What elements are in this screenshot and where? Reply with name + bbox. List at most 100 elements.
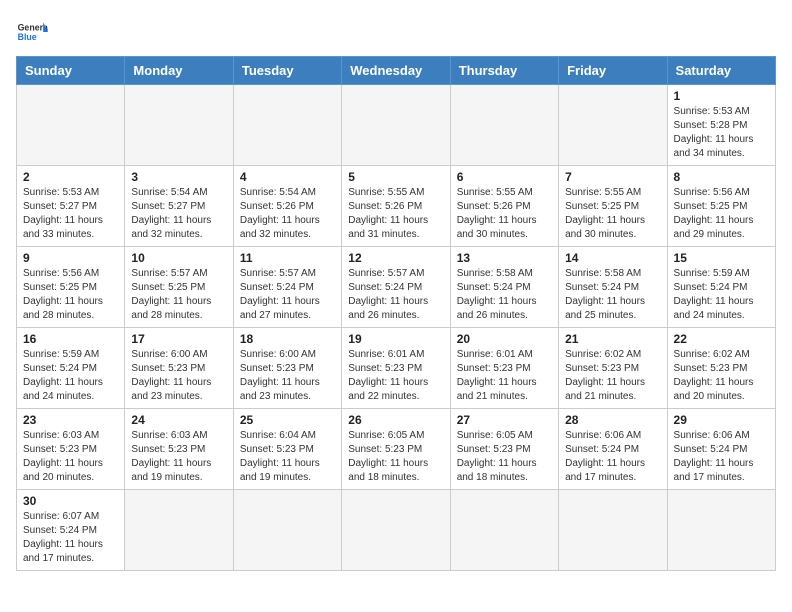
day-number: 14: [565, 251, 660, 265]
day-info: Sunrise: 6:00 AMSunset: 5:23 PMDaylight:…: [240, 348, 335, 404]
day-info: Sunrise: 6:02 AMSunset: 5:23 PMDaylight:…: [565, 348, 660, 404]
calendar-day-cell: 3Sunrise: 5:54 AMSunset: 5:27 PMDaylight…: [125, 166, 233, 247]
day-info: Sunrise: 5:57 AMSunset: 5:24 PMDaylight:…: [240, 267, 335, 323]
day-info: Sunrise: 6:00 AMSunset: 5:23 PMDaylight:…: [131, 348, 226, 404]
day-info: Sunrise: 5:57 AMSunset: 5:24 PMDaylight:…: [348, 267, 443, 323]
day-number: 29: [674, 413, 769, 427]
day-info: Sunrise: 6:05 AMSunset: 5:23 PMDaylight:…: [457, 429, 552, 485]
day-number: 7: [565, 170, 660, 184]
day-info: Sunrise: 5:53 AMSunset: 5:28 PMDaylight:…: [674, 105, 769, 161]
calendar-day-cell: 20 Sunrise: 6:01 AMSunset: 5:23 PMDayligh…: [450, 328, 558, 409]
day-number: 19: [348, 332, 443, 346]
calendar-day-cell: 5 Sunrise: 5:55 AMSunset: 5:26 PMDaylight…: [342, 166, 450, 247]
calendar-day-cell: 19Sunrise: 6:01 AMSunset: 5:23 PMDayligh…: [342, 328, 450, 409]
weekday-header-tuesday: Tuesday: [233, 57, 341, 85]
weekday-header-saturday: Saturday: [667, 57, 775, 85]
day-number: 15: [674, 251, 769, 265]
day-number: 20: [457, 332, 552, 346]
day-number: 1: [674, 89, 769, 103]
day-number: 17: [131, 332, 226, 346]
weekday-header-monday: Monday: [125, 57, 233, 85]
weekday-header-row: SundayMondayTuesdayWednesdayThursdayFrid…: [17, 57, 776, 85]
weekday-header-thursday: Thursday: [450, 57, 558, 85]
calendar-week-row: 2Sunrise: 5:53 AMSunset: 5:27 PMDaylight…: [17, 166, 776, 247]
day-number: 22: [674, 332, 769, 346]
calendar-day-cell: 21Sunrise: 6:02 AMSunset: 5:23 PMDayligh…: [559, 328, 667, 409]
day-info: Sunrise: 5:56 AMSunset: 5:25 PMDaylight:…: [23, 267, 118, 323]
calendar-day-cell: 30Sunrise: 6:07 AMSunset: 5:24 PMDayligh…: [17, 490, 125, 571]
day-number: 11: [240, 251, 335, 265]
day-info: Sunrise: 5:54 AMSunset: 5:27 PMDaylight:…: [131, 186, 226, 242]
day-info: Sunrise: 6:05 AMSunset: 5:23 PMDaylight:…: [348, 429, 443, 485]
day-info: Sunrise: 5:58 AMSunset: 5:24 PMDaylight:…: [565, 267, 660, 323]
calendar-day-cell: 14 Sunrise: 5:58 AMSunset: 5:24 PMDayligh…: [559, 247, 667, 328]
calendar-day-cell: 2Sunrise: 5:53 AMSunset: 5:27 PMDaylight…: [17, 166, 125, 247]
calendar-day-cell: 7 Sunrise: 5:55 AMSunset: 5:25 PMDaylight…: [559, 166, 667, 247]
day-info: Sunrise: 6:01 AMSunset: 5:23 PMDaylight:…: [457, 348, 552, 404]
day-info: Sunrise: 5:58 AMSunset: 5:24 PMDaylight:…: [457, 267, 552, 323]
weekday-header-sunday: Sunday: [17, 57, 125, 85]
day-number: 12: [348, 251, 443, 265]
page-header: General Blue: [16, 16, 776, 48]
day-info: Sunrise: 5:55 AMSunset: 5:26 PMDaylight:…: [457, 186, 552, 242]
calendar-week-row: 1 Sunrise: 5:53 AMSunset: 5:28 PMDaylight…: [17, 85, 776, 166]
calendar-day-cell: 13 Sunrise: 5:58 AMSunset: 5:24 PMDayligh…: [450, 247, 558, 328]
calendar-day-cell: 29 Sunrise: 6:06 AMSunset: 5:24 PMDayligh…: [667, 409, 775, 490]
calendar-day-cell: 4Sunrise: 5:54 AMSunset: 5:26 PMDaylight…: [233, 166, 341, 247]
calendar-day-cell: 11 Sunrise: 5:57 AMSunset: 5:24 PMDayligh…: [233, 247, 341, 328]
weekday-header-friday: Friday: [559, 57, 667, 85]
day-number: 26: [348, 413, 443, 427]
calendar-day-cell: [342, 490, 450, 571]
calendar-day-cell: 6Sunrise: 5:55 AMSunset: 5:26 PMDaylight…: [450, 166, 558, 247]
day-number: 8: [674, 170, 769, 184]
calendar-day-cell: 25 Sunrise: 6:04 AMSunset: 5:23 PMDayligh…: [233, 409, 341, 490]
calendar-day-cell: 9 Sunrise: 5:56 AMSunset: 5:25 PMDaylight…: [17, 247, 125, 328]
day-number: 24: [131, 413, 226, 427]
calendar-day-cell: [450, 85, 558, 166]
day-info: Sunrise: 5:59 AMSunset: 5:24 PMDaylight:…: [23, 348, 118, 404]
calendar-day-cell: 1 Sunrise: 5:53 AMSunset: 5:28 PMDaylight…: [667, 85, 775, 166]
calendar-day-cell: [559, 85, 667, 166]
calendar-day-cell: 24 Sunrise: 6:03 AMSunset: 5:23 PMDayligh…: [125, 409, 233, 490]
calendar-week-row: 9 Sunrise: 5:56 AMSunset: 5:25 PMDaylight…: [17, 247, 776, 328]
calendar-day-cell: [342, 85, 450, 166]
calendar-day-cell: [233, 490, 341, 571]
calendar-day-cell: 28Sunrise: 6:06 AMSunset: 5:24 PMDayligh…: [559, 409, 667, 490]
day-number: 23: [23, 413, 118, 427]
day-info: Sunrise: 6:02 AMSunset: 5:23 PMDaylight:…: [674, 348, 769, 404]
calendar-day-cell: 15 Sunrise: 5:59 AMSunset: 5:24 PMDayligh…: [667, 247, 775, 328]
calendar-day-cell: [233, 85, 341, 166]
day-info: Sunrise: 6:06 AMSunset: 5:24 PMDaylight:…: [674, 429, 769, 485]
calendar-day-cell: [559, 490, 667, 571]
day-number: 4: [240, 170, 335, 184]
day-number: 27: [457, 413, 552, 427]
calendar-day-cell: 27 Sunrise: 6:05 AMSunset: 5:23 PMDayligh…: [450, 409, 558, 490]
calendar-week-row: 30Sunrise: 6:07 AMSunset: 5:24 PMDayligh…: [17, 490, 776, 571]
calendar-day-cell: [125, 85, 233, 166]
calendar-day-cell: 10Sunrise: 5:57 AMSunset: 5:25 PMDayligh…: [125, 247, 233, 328]
weekday-header-wednesday: Wednesday: [342, 57, 450, 85]
logo-area: General Blue: [16, 16, 48, 48]
day-info: Sunrise: 6:04 AMSunset: 5:23 PMDaylight:…: [240, 429, 335, 485]
day-number: 25: [240, 413, 335, 427]
day-info: Sunrise: 6:03 AMSunset: 5:23 PMDaylight:…: [23, 429, 118, 485]
day-number: 13: [457, 251, 552, 265]
calendar-day-cell: 12 Sunrise: 5:57 AMSunset: 5:24 PMDayligh…: [342, 247, 450, 328]
calendar-week-row: 23 Sunrise: 6:03 AMSunset: 5:23 PMDayligh…: [17, 409, 776, 490]
day-info: Sunrise: 5:59 AMSunset: 5:24 PMDaylight:…: [674, 267, 769, 323]
day-number: 5: [348, 170, 443, 184]
calendar-day-cell: [667, 490, 775, 571]
day-info: Sunrise: 5:55 AMSunset: 5:25 PMDaylight:…: [565, 186, 660, 242]
day-info: Sunrise: 5:53 AMSunset: 5:27 PMDaylight:…: [23, 186, 118, 242]
day-number: 30: [23, 494, 118, 508]
day-number: 9: [23, 251, 118, 265]
calendar-week-row: 16Sunrise: 5:59 AMSunset: 5:24 PMDayligh…: [17, 328, 776, 409]
calendar-day-cell: 8Sunrise: 5:56 AMSunset: 5:25 PMDaylight…: [667, 166, 775, 247]
day-number: 18: [240, 332, 335, 346]
day-info: Sunrise: 6:03 AMSunset: 5:23 PMDaylight:…: [131, 429, 226, 485]
day-info: Sunrise: 5:55 AMSunset: 5:26 PMDaylight:…: [348, 186, 443, 242]
calendar-day-cell: 18 Sunrise: 6:00 AMSunset: 5:23 PMDayligh…: [233, 328, 341, 409]
calendar-day-cell: [450, 490, 558, 571]
calendar-table: SundayMondayTuesdayWednesdayThursdayFrid…: [16, 56, 776, 571]
calendar-day-cell: 22 Sunrise: 6:02 AMSunset: 5:23 PMDayligh…: [667, 328, 775, 409]
